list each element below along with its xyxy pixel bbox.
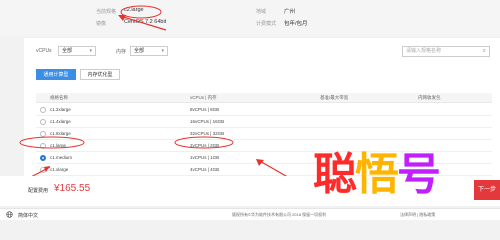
globe-icon[interactable]	[6, 211, 13, 218]
language-switch[interactable]: 简体中文	[18, 212, 38, 219]
spec-summary: 当前规格 c2.large 镜像 CentOS 7.2 64bit 地域 广州 …	[0, 0, 500, 36]
image-value: CentOS 7.2 64bit	[124, 19, 167, 25]
row-flavor-name: c1.2xlarge	[50, 107, 71, 112]
vcpu-select-value: 全部	[62, 48, 73, 54]
row-flavor-name: c1.8xlarge	[50, 131, 71, 136]
search-placeholder: 请输入规格名称	[406, 48, 442, 54]
search-icon[interactable]: ⌕	[483, 47, 486, 56]
region-value: 广州	[284, 9, 296, 15]
billing-mode-value: 包年/包月	[284, 21, 308, 27]
watermark-char: 悟	[355, 149, 399, 200]
table-row[interactable]: c1.2xlarge 8vCPUs | 8GB	[36, 104, 492, 116]
row-flavor-name: c1.large	[50, 143, 67, 148]
row-radio[interactable]	[40, 107, 46, 113]
price-label: 配置费用	[28, 188, 49, 194]
row-flavor-name: c1.medium	[50, 155, 73, 160]
row-radio[interactable]	[40, 131, 46, 137]
chevron-down-icon: ▾	[161, 48, 164, 54]
col-vcpu-memory: vCPUs | 内存	[190, 95, 217, 100]
current-spec-label: 当前规格	[96, 9, 117, 15]
tab-general-compute[interactable]: 通用计算型	[36, 69, 76, 80]
row-vcpu-memory: 8vCPUs | 8GB	[190, 107, 220, 112]
memory-select[interactable]: 全部 ▾	[130, 46, 168, 56]
chevron-down-icon: ▾	[89, 48, 92, 54]
table-header: 规格名称 vCPUs | 内存 基准/最大带宽 内网收发包	[36, 93, 492, 103]
watermark-char: 号	[397, 149, 441, 200]
watermark: 聪悟号	[313, 149, 441, 200]
memory-select-value: 全部	[134, 48, 145, 54]
row-vcpu-memory: 2vCPUs | 2GB	[190, 143, 220, 148]
price-value: ¥165.55	[54, 183, 91, 194]
col-flavor-name: 规格名称	[50, 95, 68, 100]
image-label: 镜像	[96, 21, 107, 27]
next-button[interactable]: 下一步	[474, 180, 500, 200]
col-bandwidth: 基准/最大带宽	[320, 95, 349, 100]
row-radio-selected[interactable]	[40, 155, 46, 161]
table-row[interactable]: c1.8xlarge 32vCPUs | 32GB	[36, 128, 492, 140]
memory-filter-label: 内存	[116, 49, 127, 55]
footer-links[interactable]: 法律声明 | 隐私政策	[400, 212, 435, 218]
billing-mode-label: 计费模式	[256, 21, 277, 27]
row-vcpu-memory: 32vCPUs | 32GB	[190, 131, 225, 136]
row-flavor-name: c1.4xlarge	[50, 119, 71, 124]
copyright-text: 版权所有©华为软件技术有限公司 2018 保留一切权利	[232, 212, 327, 217]
region-label: 地域	[256, 9, 267, 15]
table-row[interactable]: c1.4xlarge 16vCPUs | 16GB	[36, 116, 492, 128]
flavor-search-input[interactable]: 请输入规格名称 ⌕	[402, 46, 490, 57]
row-flavor-name: c1.xlarge	[50, 167, 69, 172]
col-pps: 内网收发包	[418, 95, 441, 100]
row-vcpu-memory: 1vCPUs | 1GB	[190, 155, 220, 160]
row-radio[interactable]	[40, 143, 46, 149]
row-vcpu-memory: 16vCPUs | 16GB	[190, 119, 225, 124]
vcpu-select[interactable]: 全部 ▾	[58, 46, 96, 56]
row-vcpu-memory: 4vCPUs | 4GB	[190, 167, 220, 172]
vcpu-filter-label: vCPUs	[36, 48, 52, 54]
row-radio[interactable]	[40, 167, 46, 173]
row-radio[interactable]	[40, 119, 46, 125]
tab-memory-optimized[interactable]: 内存优化型	[80, 69, 120, 80]
current-spec-value: c2.large	[124, 7, 144, 13]
page-footer: 简体中文 版权所有©华为软件技术有限公司 2018 保留一切权利 法律声明 | …	[0, 208, 500, 220]
watermark-char: 聪	[313, 149, 357, 200]
